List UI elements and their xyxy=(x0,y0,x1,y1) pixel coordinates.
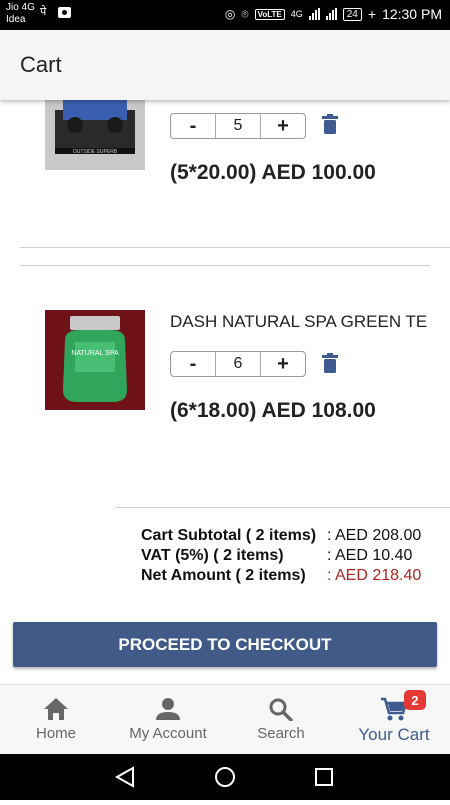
subtotal-label: Cart Subtotal ( 2 items) xyxy=(141,527,317,544)
camera-icon xyxy=(58,7,71,18)
battery-icon: 24 xyxy=(342,7,362,21)
summary-divider xyxy=(115,507,450,508)
signal-icon xyxy=(308,8,320,20)
net-amount-value: : AED 218.40 xyxy=(327,567,422,584)
status-icons: ◎ ⌾ VoLTE 4G 24 + 12:30 PM xyxy=(225,6,442,22)
app-bar: Cart xyxy=(0,30,450,100)
back-icon[interactable] xyxy=(114,766,134,788)
clock: 12:30 PM xyxy=(382,6,442,22)
quantity-stepper: - 6 + xyxy=(170,351,306,377)
cart-count-badge: 2 xyxy=(404,690,426,710)
page-title: Cart xyxy=(20,52,62,77)
subtotal-row: Cart Subtotal ( 2 items) : AED 208.00 xyxy=(141,526,447,546)
tab-my-account[interactable]: My Account xyxy=(112,685,224,755)
quantity-value[interactable]: 5 xyxy=(215,114,261,138)
carrier-1: Jio 4G xyxy=(6,2,35,13)
cart-list[interactable]: OUTSIDE SUPERB - 5 + (5*20.00) AED 100.0… xyxy=(0,100,450,684)
bottom-navigation: Home My Account Search Your Cart 2 xyxy=(0,684,450,754)
carrier-2: Idea xyxy=(6,14,26,25)
search-icon xyxy=(269,698,293,721)
quantity-stepper: - 5 + xyxy=(170,113,306,139)
status-bar: Jio 4G Idea पे ◎ ⌾ VoLTE 4G 24 + 12:30 P… xyxy=(0,0,450,30)
delete-icon[interactable] xyxy=(321,114,339,134)
item-name[interactable]: DASH NATURAL SPA GREEN TE xyxy=(170,312,432,332)
hotspot-icon: ◎ xyxy=(224,7,236,21)
location-icon: ⌾ xyxy=(241,6,249,21)
charging-icon: + xyxy=(367,6,377,22)
payment-notification-icon: पे xyxy=(40,6,47,18)
item-divider xyxy=(20,247,450,248)
network-type: 4G xyxy=(290,9,303,19)
recents-icon[interactable] xyxy=(315,768,333,786)
product-image[interactable]: OUTSIDE SUPERB xyxy=(45,100,145,170)
subtotal-value: : AED 208.00 xyxy=(327,527,422,544)
tab-label: My Account xyxy=(129,725,207,742)
decrease-button[interactable]: - xyxy=(171,352,215,376)
tab-search[interactable]: Search xyxy=(225,685,337,755)
product-image[interactable]: NATURAL SPA xyxy=(45,310,145,410)
home-icon xyxy=(44,698,68,720)
quantity-value[interactable]: 6 xyxy=(215,352,261,376)
volte-badge: VoLTE xyxy=(254,8,285,20)
thumbnail-caption: OUTSIDE SUPERB xyxy=(73,149,118,155)
increase-button[interactable]: + xyxy=(261,114,305,138)
system-navigation-bar xyxy=(0,754,450,800)
tab-label: Home xyxy=(35,725,76,742)
home-button-icon[interactable] xyxy=(215,767,235,787)
tab-home[interactable]: Home xyxy=(0,685,112,755)
net-amount-label: Net Amount ( 2 items) xyxy=(141,567,306,584)
carrier-labels: Jio 4G Idea xyxy=(6,2,35,26)
vat-label: VAT (5%) ( 2 items) xyxy=(141,547,284,564)
vat-row: VAT (5%) ( 2 items) : AED 10.40 xyxy=(141,546,447,566)
item-price: (5*20.00) AED 100.00 xyxy=(170,161,376,184)
tab-your-cart[interactable]: Your Cart 2 xyxy=(338,685,450,755)
item-price: (6*18.00) AED 108.00 xyxy=(170,399,376,422)
tab-label: Your Cart xyxy=(358,725,430,744)
item-divider xyxy=(20,265,430,266)
increase-button[interactable]: + xyxy=(261,352,305,376)
account-icon xyxy=(156,698,180,720)
signal-2-icon xyxy=(325,8,337,20)
order-summary: Cart Subtotal ( 2 items) : AED 208.00 VA… xyxy=(141,526,447,586)
decrease-button[interactable]: - xyxy=(171,114,215,138)
tab-label: Search xyxy=(257,725,305,742)
thumbnail-caption: NATURAL SPA xyxy=(71,350,119,357)
delete-icon[interactable] xyxy=(321,353,339,373)
net-amount-row: Net Amount ( 2 items) : AED 218.40 xyxy=(141,566,447,586)
proceed-to-checkout-button[interactable]: PROCEED TO CHECKOUT xyxy=(13,622,437,667)
vat-value: : AED 10.40 xyxy=(327,547,413,564)
